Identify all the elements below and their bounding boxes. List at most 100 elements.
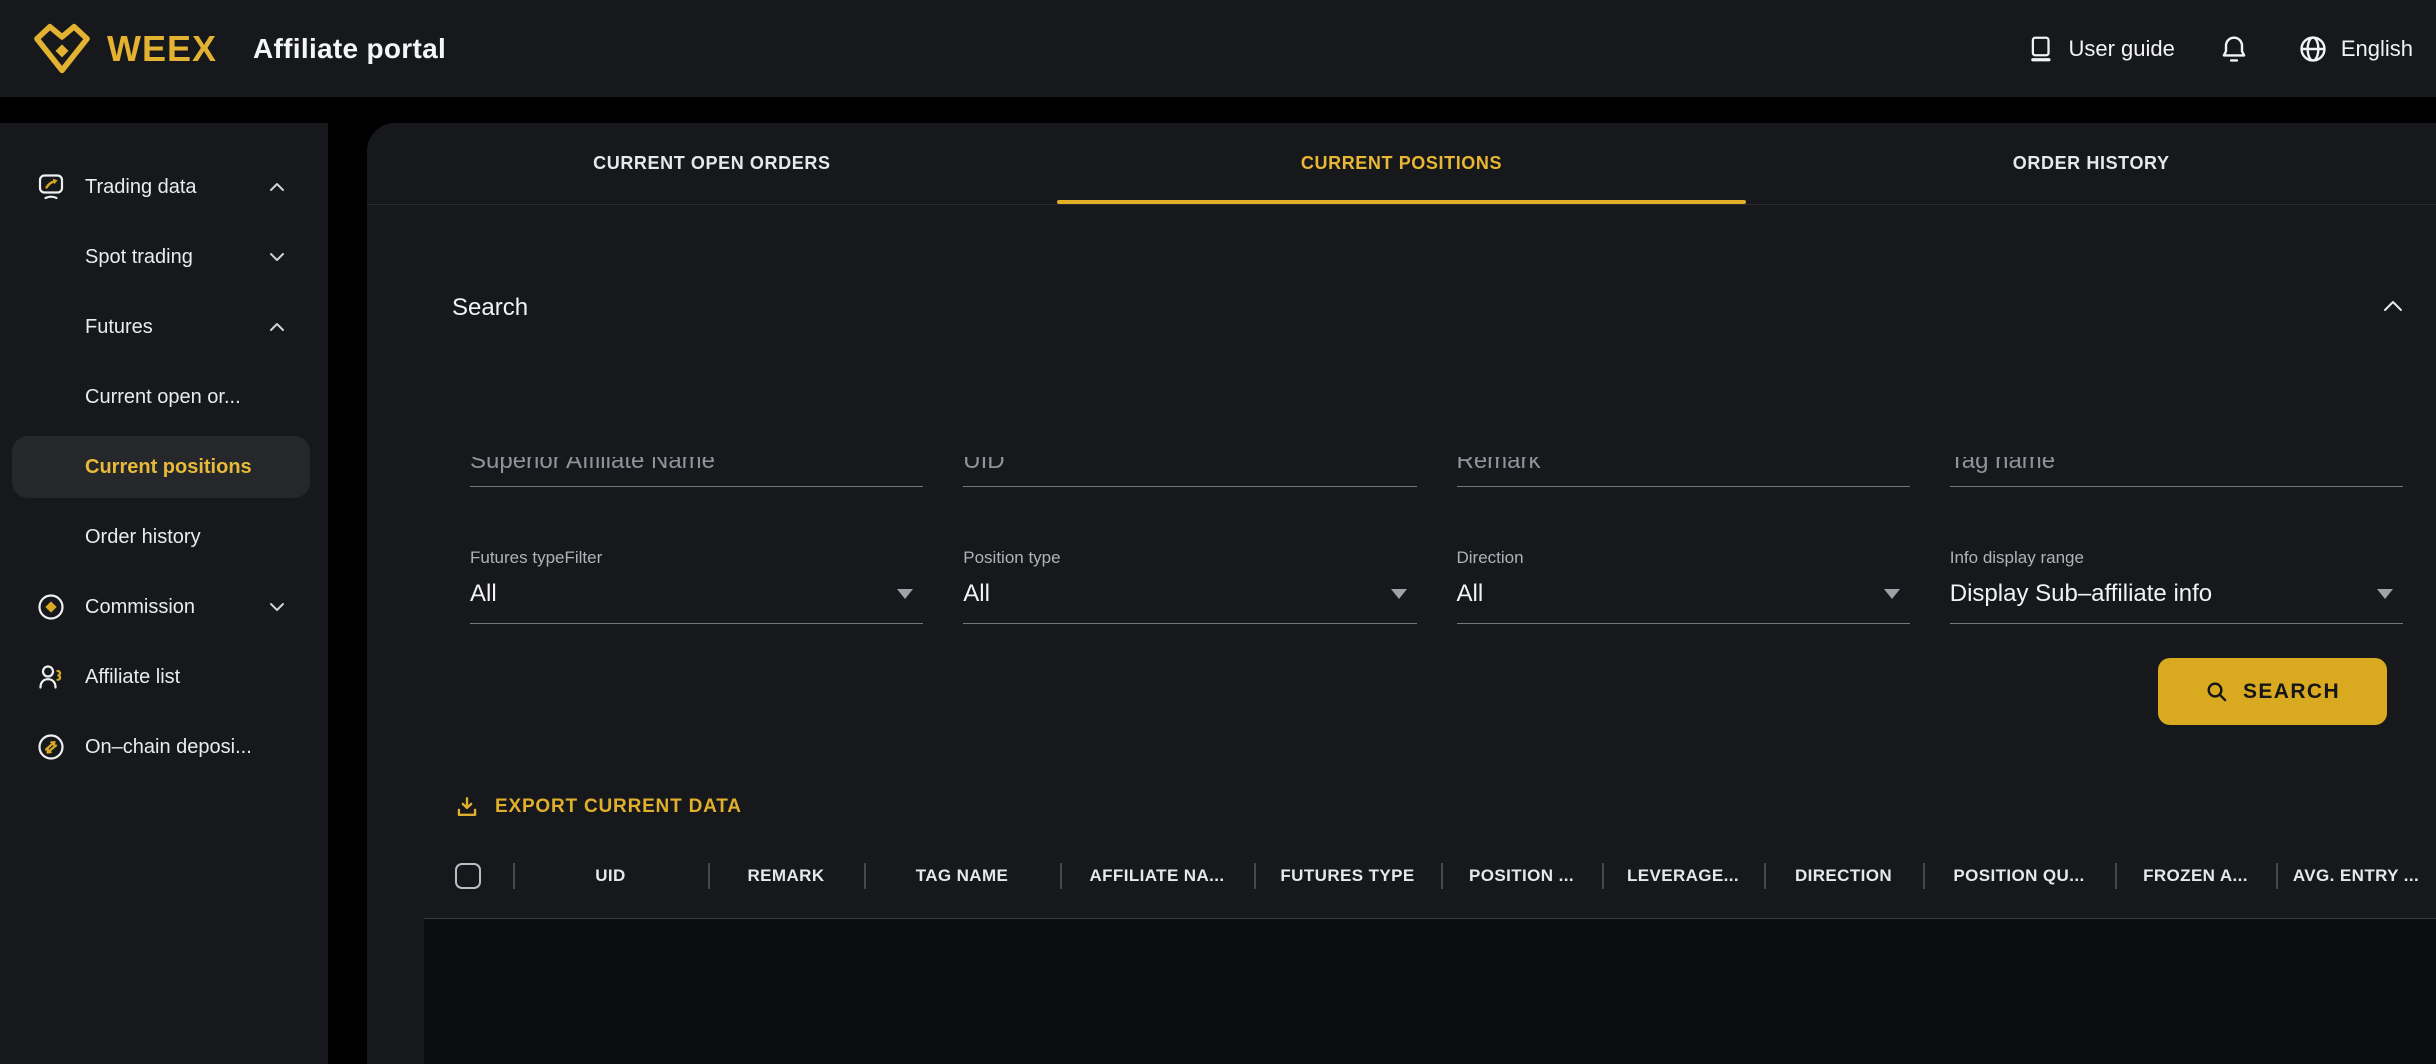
position-type-select[interactable]: Position type All [963, 548, 1416, 624]
column-label: FUTURES TYPE [1280, 866, 1414, 886]
table-body-empty [424, 918, 2436, 1064]
superior-affiliate-name-input[interactable] [470, 457, 923, 487]
notifications-button[interactable] [2218, 33, 2250, 65]
search-section-title: Search [452, 294, 528, 322]
sidebar-item-affiliate-list[interactable]: Affiliate list [12, 646, 310, 708]
search-icon [2205, 680, 2229, 704]
table-header-cell-select [424, 850, 513, 902]
column-divider [2115, 863, 2117, 889]
search-text-row [470, 455, 2403, 487]
column-divider [1441, 863, 1443, 889]
sidebar-item-current-open-orders[interactable]: Current open or... [12, 366, 310, 428]
export-current-data-button[interactable]: EXPORT CURRENT DATA [455, 791, 742, 823]
sidebar-item-label: Order history [85, 526, 201, 549]
column-divider [1602, 863, 1604, 889]
sidebar-item-label: Spot trading [85, 246, 193, 269]
futures-type-select[interactable]: Futures typeFilter All [470, 548, 923, 624]
search-button[interactable]: SEARCH [2158, 658, 2387, 725]
info-display-range-select[interactable]: Info display range Display Sub–affiliate… [1950, 548, 2403, 624]
sidebar-item-commission[interactable]: Commission [12, 576, 310, 638]
collapse-search-button[interactable] [2382, 299, 2404, 313]
user-guide-button[interactable]: User guide [2026, 34, 2174, 64]
sidebar-item-label: Current open or... [85, 386, 241, 409]
table-header-cell-futures-type: FUTURES TYPE [1254, 850, 1441, 902]
tab-current-open-orders[interactable]: CURRENT OPEN ORDERS [367, 123, 1057, 204]
column-divider [513, 863, 515, 889]
tab-current-positions[interactable]: CURRENT POSITIONS [1057, 123, 1747, 204]
table-header-cell-affiliate-name: AFFILIATE NA... [1060, 850, 1254, 902]
sidebar-item-trading-data[interactable]: Trading data [12, 156, 310, 218]
weex-logo-icon [31, 23, 93, 75]
bell-icon [2218, 33, 2250, 65]
page-title: Affiliate portal [253, 33, 446, 65]
chevron-down-icon [268, 601, 286, 613]
sidebar-item-futures[interactable]: Futures [12, 296, 310, 358]
download-icon [455, 795, 479, 819]
uid-input[interactable] [963, 457, 1416, 487]
column-label: UID [595, 866, 625, 886]
text-field [470, 455, 923, 487]
tab-label: CURRENT POSITIONS [1301, 153, 1502, 174]
tab-order-history[interactable]: ORDER HISTORY [1746, 123, 2436, 204]
direction-select[interactable]: Direction All [1457, 548, 1910, 624]
select-label: Position type [963, 548, 1416, 568]
column-label: DIRECTION [1795, 866, 1892, 886]
search-select-row: Futures typeFilter All Position type All… [470, 548, 2403, 624]
sidebar-item-spot-trading[interactable]: Spot trading [12, 226, 310, 288]
table-header-cell-leverage: LEVERAGE... [1602, 850, 1764, 902]
on-chain-deposit-icon [36, 732, 66, 762]
sidebar-item-label: On–chain deposi... [85, 736, 252, 759]
column-label: AFFILIATE NA... [1089, 866, 1224, 886]
sidebar-item-label: Current positions [85, 456, 252, 479]
active-tab-underline [1057, 200, 1747, 204]
dropdown-arrow-icon [1391, 589, 1407, 599]
table-header-cell-tag-name: TAG NAME [864, 850, 1060, 902]
select-value: All [470, 580, 923, 610]
text-field [963, 455, 1416, 487]
column-divider [1254, 863, 1256, 889]
table-header-cell-avg-entry: AVG. ENTRY ... [2276, 850, 2436, 902]
topbar: WEEX Affiliate portal User guide [0, 0, 2436, 97]
select-label: Direction [1457, 548, 1910, 568]
remark-input[interactable] [1457, 457, 1910, 487]
tab-label: ORDER HISTORY [2013, 153, 2170, 174]
table-header-cell-uid: UID [513, 850, 708, 902]
select-value: All [1457, 580, 1910, 610]
column-label: POSITION ... [1469, 866, 1574, 886]
brand-name: WEEX [107, 28, 217, 70]
column-label: REMARK [747, 866, 824, 886]
sidebar-item-label: Commission [85, 596, 195, 619]
sidebar-item-on-chain-deposit[interactable]: On–chain deposi... [12, 716, 310, 778]
language-label: English [2341, 36, 2413, 62]
table-header-cell-position-quantity: POSITION QU... [1923, 850, 2115, 902]
trading-data-icon [36, 172, 66, 202]
sidebar-item-label: Affiliate list [85, 666, 180, 689]
select-value: Display Sub–affiliate info [1950, 580, 2403, 610]
text-field [1950, 455, 2403, 487]
tag-name-input[interactable] [1950, 457, 2403, 487]
dropdown-arrow-icon [2377, 589, 2393, 599]
column-label: FROZEN A... [2143, 866, 2248, 886]
tab-bar: CURRENT OPEN ORDERS CURRENT POSITIONS OR… [367, 123, 2436, 205]
language-selector[interactable]: English [2297, 33, 2413, 65]
table-header-cell-direction: DIRECTION [1764, 850, 1923, 902]
column-divider [1764, 863, 1766, 889]
column-divider [864, 863, 866, 889]
sidebar-item-current-positions[interactable]: Current positions [12, 436, 310, 498]
user-guide-label: User guide [2068, 36, 2174, 62]
column-label: LEVERAGE... [1627, 866, 1739, 886]
sidebar-item-order-history[interactable]: Order history [12, 506, 310, 568]
table-header-cell-frozen-amount: FROZEN A... [2115, 850, 2276, 902]
chevron-up-icon [268, 321, 286, 333]
export-button-label: EXPORT CURRENT DATA [495, 796, 742, 818]
select-all-checkbox[interactable] [455, 863, 481, 889]
column-label: AVG. ENTRY ... [2293, 866, 2419, 886]
chevron-up-icon [268, 181, 286, 193]
table-header-cell-remark: REMARK [708, 850, 864, 902]
tab-label: CURRENT OPEN ORDERS [593, 153, 830, 174]
column-label: POSITION QU... [1953, 866, 2084, 886]
main-panel: CURRENT OPEN ORDERS CURRENT POSITIONS OR… [367, 123, 2436, 1064]
brand: WEEX Affiliate portal [31, 23, 446, 75]
column-divider [1923, 863, 1925, 889]
topbar-right: User guide [2026, 33, 2413, 65]
